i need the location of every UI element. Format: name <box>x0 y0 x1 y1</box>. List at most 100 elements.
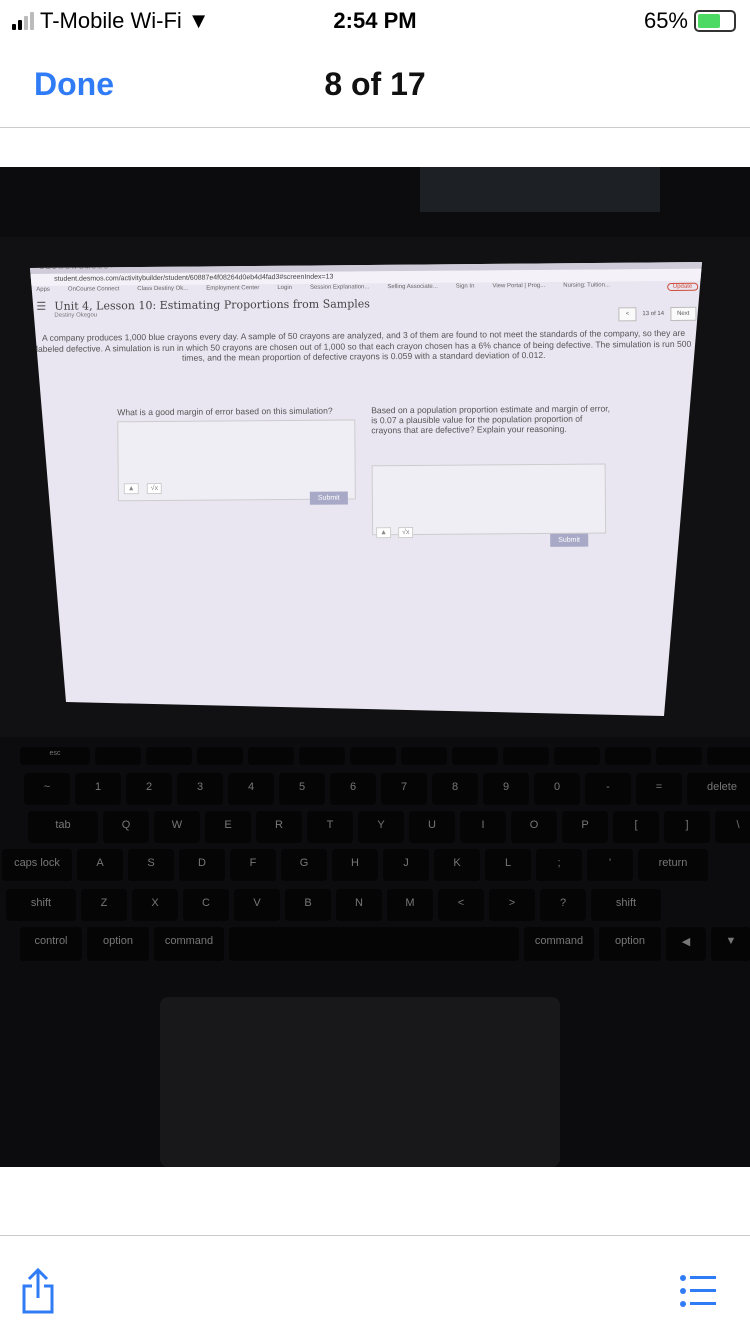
bookmark: Login <box>277 284 293 292</box>
key: O <box>511 811 557 843</box>
key: > <box>489 889 535 921</box>
key: shift <box>6 889 76 921</box>
key: Q <box>103 811 149 843</box>
bookmark: Session Explanation... <box>309 284 370 291</box>
key: ? <box>540 889 586 921</box>
bookmark: Class Destiny Ok... <box>137 285 189 293</box>
bookmark: View Portal | Prog... <box>492 282 546 290</box>
bookmark: Sign In <box>455 283 475 290</box>
key <box>197 747 243 765</box>
key: 6 <box>330 773 376 805</box>
prompt-1: What is a good margin of error based on … <box>117 405 333 418</box>
key: F <box>230 849 276 881</box>
pager: <13 of 14 Next <box>618 306 697 322</box>
bookmark: Apps <box>36 286 50 293</box>
trackpad <box>160 997 560 1167</box>
key: caps lock <box>2 849 72 881</box>
key: tab <box>28 811 98 843</box>
key: K <box>434 849 480 881</box>
key: ; <box>536 849 582 881</box>
key: shift <box>591 889 661 921</box>
key: I <box>460 811 506 843</box>
menu-icon: ☰ <box>36 300 47 313</box>
key <box>605 747 651 765</box>
key: ] <box>664 811 710 843</box>
background-monitor <box>420 167 660 212</box>
key: H <box>332 849 378 881</box>
list-icon[interactable] <box>680 1274 716 1308</box>
key <box>452 747 498 765</box>
sketch-tool-2: ▲ <box>376 527 392 539</box>
key: T <box>307 811 353 843</box>
key: ◀ <box>666 927 706 961</box>
key: 8 <box>432 773 478 805</box>
key: return <box>638 849 708 881</box>
key: ▼ <box>711 927 750 961</box>
key <box>248 747 294 765</box>
key <box>350 747 396 765</box>
key: esc <box>20 747 90 765</box>
key: option <box>87 927 149 961</box>
key <box>299 747 345 765</box>
key: - <box>585 773 631 805</box>
key: 1 <box>75 773 121 805</box>
key: \ <box>715 811 750 843</box>
key: 3 <box>177 773 223 805</box>
key: S <box>128 849 174 881</box>
key: control <box>20 927 82 961</box>
key <box>401 747 447 765</box>
key: Z <box>81 889 127 921</box>
key: = <box>636 773 682 805</box>
key: W <box>154 811 200 843</box>
key: D <box>179 849 225 881</box>
photo-counter: 8 of 17 <box>324 66 426 102</box>
nav-bar: Done 8 of 17 <box>0 44 750 128</box>
key: 0 <box>534 773 580 805</box>
key: Y <box>358 811 404 843</box>
bookmark: Nursing: Tuition... <box>563 282 610 289</box>
key: U <box>409 811 455 843</box>
time: 2:54 PM <box>333 8 417 33</box>
bottom-toolbar <box>0 1235 750 1334</box>
key: X <box>132 889 178 921</box>
key: M <box>387 889 433 921</box>
bookmark: OnCourse Connect <box>67 286 120 293</box>
status-bar: T-Mobile Wi-Fi ▼ 2:54 PM 65% <box>0 0 750 44</box>
key: 9 <box>483 773 529 805</box>
key: delete <box>687 773 750 805</box>
key <box>554 747 600 765</box>
sketch-tool-1: ▲ <box>123 483 139 495</box>
key: N <box>336 889 382 921</box>
battery-icon <box>694 10 736 32</box>
key: R <box>256 811 302 843</box>
key: A <box>77 849 123 881</box>
bookmark: Employment Center <box>206 285 260 292</box>
key: command <box>524 927 594 961</box>
key <box>229 927 519 961</box>
key: E <box>205 811 251 843</box>
share-icon[interactable] <box>18 1266 58 1316</box>
key: J <box>383 849 429 881</box>
key: ~ <box>24 773 70 805</box>
submit-button-2: Submit <box>550 533 589 547</box>
key: option <box>599 927 661 961</box>
math-tool-1: √x <box>146 482 163 495</box>
key <box>503 747 549 765</box>
battery-percent: 65% <box>643 8 688 33</box>
question-text: A company produces 1,000 blue crayons ev… <box>35 327 692 363</box>
photo: B ⊞ D M G W G M S M D + student.desmos.c… <box>0 167 750 1167</box>
key: 5 <box>279 773 325 805</box>
key: ' <box>587 849 633 881</box>
key: 7 <box>381 773 427 805</box>
key: < <box>438 889 484 921</box>
key: C <box>183 889 229 921</box>
key: P <box>562 811 608 843</box>
key <box>146 747 192 765</box>
key: 4 <box>228 773 274 805</box>
key: [ <box>613 811 659 843</box>
key: G <box>281 849 327 881</box>
key: L <box>485 849 531 881</box>
key: V <box>234 889 280 921</box>
key: B <box>285 889 331 921</box>
prompt-2: Based on a population proportion estimat… <box>371 403 611 436</box>
